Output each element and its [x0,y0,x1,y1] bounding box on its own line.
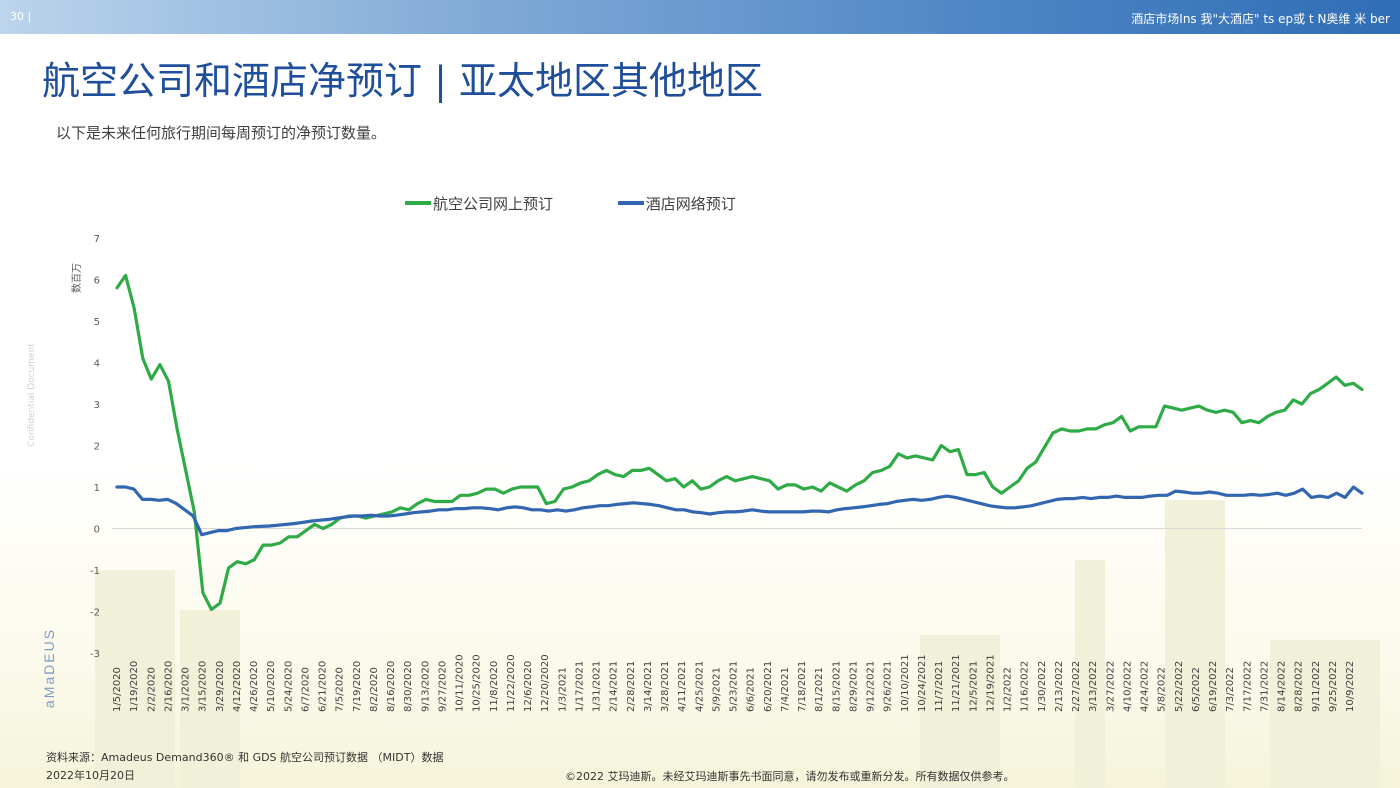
x-tick-label: 6/21/2020 [318,661,329,712]
x-tick-label: 7/17/2022 [1242,661,1253,712]
x-tick-label: 12/6/2020 [523,661,534,712]
x-tick-label: 6/6/2021 [746,667,757,712]
x-axis: 1/5/2020 1/19/2020 2/2/2020 2/16/2020 3/1/20… [112,654,1356,712]
x-tick-label: 1/2/2022 [1003,667,1014,712]
x-tick-label: 1/30/2022 [1037,661,1048,712]
x-tick-label: 12/20/2020 [540,654,551,712]
x-tick-label: 1/31/2021 [592,661,603,712]
x-tick-label: 8/29/2021 [848,661,859,712]
footer-copyright: ©2022 艾玛迪斯。未经艾玛迪斯事先书面同意，请勿发布或重新分发。所有数据仅供… [565,770,1015,783]
x-tick-label: 3/27/2022 [1105,661,1116,712]
x-tick-label: 10/25/2020 [472,654,483,712]
x-tick-label: 10/9/2022 [1345,661,1356,712]
x-tick-label: 5/23/2021 [729,661,740,712]
x-tick-label: 3/1/2020 [181,667,192,712]
x-tick-label: 3/29/2020 [215,661,226,712]
x-tick-label: 2/16/2020 [163,661,174,712]
x-tick-label: 7/31/2022 [1259,661,1270,712]
x-tick-label: 3/14/2021 [643,661,654,712]
line-chart: -3 -2 -1 0 1 2 3 4 5 6 7 1/5/2020 1/19/2020 2/2/2020… [70,234,1364,712]
x-tick-label: 1/17/2021 [574,661,585,712]
x-tick-label: 2/27/2022 [1071,661,1082,712]
x-tick-label: 12/19/2021 [985,654,996,712]
x-tick-label: 5/10/2020 [266,661,277,712]
x-tick-label: 2/2/2020 [146,667,157,712]
x-tick-label: 8/15/2021 [831,661,842,712]
x-tick-label: 5/24/2020 [283,661,294,712]
x-tick-label: 1/3/2021 [557,667,568,712]
x-tick-label: 7/3/2022 [1225,667,1236,712]
y-tick-label: 3 [94,400,100,411]
x-tick-label: 7/19/2020 [352,661,363,712]
footer-date: 2022年10月20日 [46,769,135,782]
x-tick-label: 9/26/2021 [883,661,894,712]
x-tick-label: 6/7/2020 [300,667,311,712]
x-tick-label: 5/9/2021 [711,667,722,712]
x-tick-label: 8/14/2022 [1277,661,1288,712]
y-tick-label: -1 [90,566,100,577]
x-tick-label: 4/26/2020 [249,661,260,712]
y-tick-label: 5 [94,317,100,328]
x-tick-label: 5/22/2022 [1174,661,1185,712]
x-tick-label: 9/25/2022 [1328,661,1339,712]
y-tick-label: 6 [94,276,100,287]
x-tick-label: 1/19/2020 [129,661,140,712]
x-tick-label: 6/20/2021 [763,661,774,712]
x-tick-label: 10/11/2020 [455,654,466,712]
x-tick-label: 12/5/2021 [968,661,979,712]
y-tick-label: 4 [94,359,100,370]
y-tick-label: 1 [94,483,100,494]
x-tick-label: 4/11/2021 [677,661,688,712]
x-tick-label: 7/18/2021 [797,661,808,712]
x-tick-label: 9/12/2021 [866,661,877,712]
chart-series [115,273,1364,612]
x-tick-label: 11/7/2021 [934,661,945,712]
y-tick-label: 0 [94,525,100,536]
x-tick-label: 5/8/2022 [1157,667,1168,712]
x-tick-label: 7/4/2021 [780,667,791,712]
footer-source: 资料来源：Amadeus Demand360® 和 GDS 航空公司预订数据 （… [46,751,444,764]
x-tick-label: 2/28/2021 [626,661,637,712]
x-tick-label: 8/2/2020 [369,667,380,712]
x-tick-label: 6/19/2022 [1208,661,1219,712]
x-tick-label: 4/10/2022 [1122,661,1133,712]
x-tick-label: 8/16/2020 [386,661,397,712]
x-tick-label: 4/24/2022 [1140,661,1151,712]
x-tick-label: 9/11/2022 [1311,661,1322,712]
x-tick-label: 11/8/2020 [489,661,500,712]
x-tick-label: 9/27/2020 [437,661,448,712]
x-tick-label: 4/25/2021 [694,661,705,712]
x-tick-label: 2/14/2021 [609,661,620,712]
x-tick-label: 2/13/2022 [1054,661,1065,712]
x-tick-label: 11/21/2021 [951,654,962,712]
series-line-airline [115,273,1364,612]
x-tick-label: 11/22/2020 [506,654,517,712]
x-tick-label: 4/12/2020 [232,661,243,712]
y-tick-label: 2 [94,442,100,453]
y-axis-label: 数百万 [70,263,83,293]
x-tick-label: 8/1/2021 [814,667,825,712]
x-tick-label: 1/5/2020 [112,667,123,712]
x-tick-label: 3/15/2020 [198,661,209,712]
y-axis: -3 -2 -1 0 1 2 3 4 5 6 7 [90,234,1362,660]
x-tick-label: 3/13/2022 [1088,661,1099,712]
x-tick-label: 8/28/2022 [1294,661,1305,712]
x-tick-label: 8/30/2020 [403,661,414,712]
x-tick-label: 10/10/2021 [900,654,911,712]
y-tick-label: -3 [90,649,100,660]
x-tick-label: 10/24/2021 [917,654,928,712]
x-tick-label: 3/28/2021 [660,661,671,712]
x-tick-label: 1/16/2022 [1020,661,1031,712]
y-tick-label: -2 [90,608,100,619]
x-tick-label: 9/13/2020 [420,661,431,712]
x-tick-label: 7/5/2020 [335,667,346,712]
y-tick-label: 7 [94,234,100,245]
x-tick-label: 6/5/2022 [1191,667,1202,712]
series-line-hotel [115,485,1364,537]
